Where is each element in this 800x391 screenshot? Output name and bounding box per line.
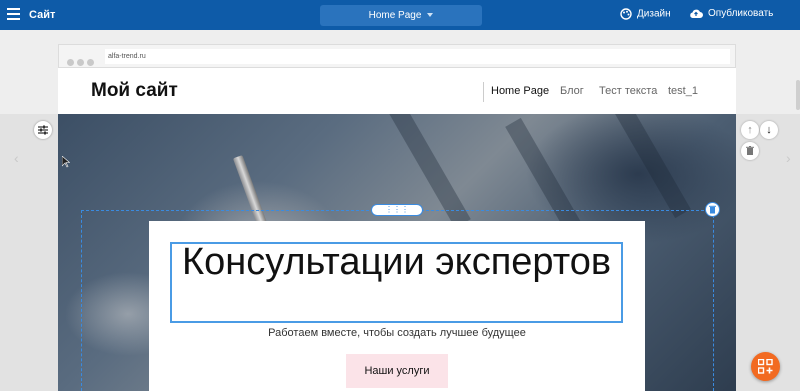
- delete-block-button[interactable]: [705, 202, 720, 217]
- block-settings-button[interactable]: [34, 121, 52, 139]
- move-up-button[interactable]: ↑: [741, 121, 759, 139]
- site-logo[interactable]: Мой сайт: [91, 80, 178, 102]
- publish-label: Опубликовать: [708, 8, 774, 20]
- chevron-right-icon: ›: [786, 150, 791, 166]
- site-label[interactable]: Сайт: [29, 9, 55, 21]
- hero-subtitle[interactable]: Работаем вместе, чтобы создать лучшее бу…: [149, 327, 645, 339]
- chevron-left-icon: ‹: [14, 150, 19, 166]
- design-button[interactable]: Дизайн: [620, 8, 671, 20]
- arrow-down-icon: ↓: [766, 124, 772, 136]
- publish-button[interactable]: Опубликовать: [689, 8, 773, 19]
- url-bar: alfa-trend.ru: [105, 49, 730, 64]
- page-selector-label: Home Page: [368, 10, 422, 21]
- sliders-icon: [38, 125, 48, 135]
- delete-section-button[interactable]: [741, 142, 759, 160]
- nav-item-text-test[interactable]: Тест текста: [599, 85, 657, 97]
- move-down-button[interactable]: ↓: [760, 121, 778, 139]
- left-gutter: [0, 114, 58, 391]
- site-header[interactable]: Мой сайт Home Page Блог Тест текста test…: [58, 68, 736, 114]
- grid-plus-icon: [758, 359, 773, 374]
- page-selector[interactable]: Home Page: [320, 5, 482, 26]
- trash-icon: [746, 146, 754, 155]
- mouse-cursor-icon: [62, 156, 70, 168]
- browser-frame: alfa-trend.ru: [58, 44, 736, 68]
- editor-toolbar: Сайт Home Page Дизайн Опубликовать: [0, 0, 800, 30]
- nav-item-home[interactable]: Home Page: [491, 85, 549, 97]
- hero-title[interactable]: Консультации экспертов: [170, 243, 623, 281]
- arrow-up-icon: ↑: [747, 124, 753, 136]
- background-shape: [605, 114, 691, 219]
- hamburger-menu-icon[interactable]: [7, 8, 20, 21]
- services-button[interactable]: Наши услуги: [346, 354, 448, 388]
- palette-icon: [620, 8, 632, 20]
- trash-icon: [709, 205, 716, 214]
- drag-handle-icon[interactable]: ⋮⋮⋮: [371, 204, 423, 216]
- add-block-fab[interactable]: [751, 352, 780, 381]
- scrollbar[interactable]: [796, 80, 800, 110]
- chevron-down-icon: [427, 13, 434, 18]
- design-label: Дизайн: [637, 8, 671, 20]
- nav-item-test1[interactable]: test_1: [668, 85, 698, 97]
- cloud-upload-icon: [690, 9, 703, 18]
- nav-item-blog[interactable]: Блог: [560, 85, 584, 97]
- site-nav: Home Page Блог Тест текста test_1: [483, 82, 698, 102]
